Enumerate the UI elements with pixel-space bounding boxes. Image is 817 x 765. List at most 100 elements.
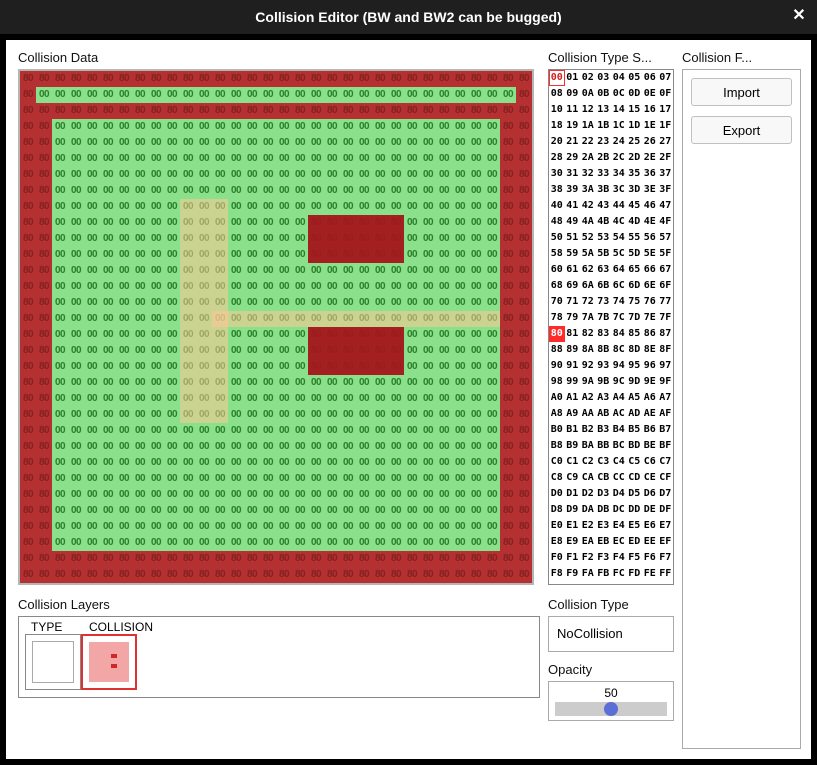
grid-cell[interactable]: 00 — [276, 183, 292, 199]
type-cell-32[interactable]: 32 — [580, 166, 596, 182]
grid-cell[interactable]: 80 — [484, 567, 500, 583]
grid-cell[interactable]: 00 — [52, 375, 68, 391]
grid-cell[interactable]: 00 — [68, 135, 84, 151]
grid-cell[interactable]: 00 — [452, 487, 468, 503]
grid-cell[interactable]: 00 — [260, 503, 276, 519]
grid-cell[interactable]: 80 — [516, 71, 532, 87]
grid-cell[interactable]: 00 — [372, 439, 388, 455]
grid-cell[interactable]: 00 — [100, 263, 116, 279]
grid-cell[interactable]: 00 — [244, 151, 260, 167]
type-cell-60[interactable]: 60 — [549, 262, 565, 278]
grid-cell[interactable]: 00 — [228, 311, 244, 327]
grid-cell[interactable]: 00 — [132, 119, 148, 135]
grid-cell[interactable]: 00 — [100, 343, 116, 359]
type-cell-C7[interactable]: C7 — [658, 454, 674, 470]
grid-cell[interactable]: 80 — [244, 103, 260, 119]
grid-cell[interactable]: 00 — [116, 151, 132, 167]
grid-cell[interactable]: 00 — [84, 407, 100, 423]
type-cell-07[interactable]: 07 — [658, 70, 674, 86]
grid-cell[interactable]: 80 — [516, 343, 532, 359]
grid-cell[interactable]: 00 — [356, 423, 372, 439]
type-cell-19[interactable]: 19 — [565, 118, 581, 134]
type-cell-5F[interactable]: 5F — [658, 246, 674, 262]
grid-cell[interactable]: 00 — [148, 87, 164, 103]
grid-cell[interactable]: 00 — [68, 535, 84, 551]
grid-cell[interactable]: 00 — [212, 311, 228, 327]
grid-cell[interactable]: 00 — [228, 279, 244, 295]
grid-cell[interactable]: 00 — [420, 263, 436, 279]
grid-cell[interactable]: 00 — [84, 487, 100, 503]
type-cell-41[interactable]: 41 — [565, 198, 581, 214]
grid-cell[interactable]: 00 — [436, 439, 452, 455]
grid-cell[interactable]: 00 — [276, 359, 292, 375]
grid-cell[interactable]: 80 — [500, 455, 516, 471]
type-cell-C5[interactable]: C5 — [627, 454, 643, 470]
grid-cell[interactable]: 00 — [260, 279, 276, 295]
grid-cell[interactable]: 00 — [164, 423, 180, 439]
grid-cell[interactable]: 80 — [180, 71, 196, 87]
grid-cell[interactable]: 80 — [356, 231, 372, 247]
grid-cell[interactable]: 80 — [20, 375, 36, 391]
grid-cell[interactable]: 80 — [20, 423, 36, 439]
grid-cell[interactable]: 00 — [212, 375, 228, 391]
grid-cell[interactable]: 00 — [148, 279, 164, 295]
grid-cell[interactable]: 00 — [420, 535, 436, 551]
grid-cell[interactable]: 00 — [164, 455, 180, 471]
type-cell-EA[interactable]: EA — [580, 534, 596, 550]
type-cell-09[interactable]: 09 — [565, 86, 581, 102]
grid-cell[interactable]: 00 — [484, 471, 500, 487]
grid-cell[interactable]: 00 — [420, 247, 436, 263]
grid-cell[interactable]: 00 — [68, 519, 84, 535]
grid-cell[interactable]: 00 — [468, 199, 484, 215]
grid-cell[interactable]: 80 — [404, 103, 420, 119]
grid-cell[interactable]: 80 — [20, 471, 36, 487]
grid-cell[interactable]: 00 — [244, 263, 260, 279]
grid-cell[interactable]: 80 — [356, 551, 372, 567]
grid-cell[interactable]: 00 — [68, 327, 84, 343]
grid-cell[interactable]: 80 — [516, 375, 532, 391]
grid-cell[interactable]: 00 — [420, 311, 436, 327]
grid-cell[interactable]: 00 — [244, 167, 260, 183]
grid-cell[interactable]: 00 — [436, 199, 452, 215]
type-cell-AF[interactable]: AF — [658, 406, 674, 422]
grid-cell[interactable]: 00 — [356, 135, 372, 151]
grid-cell[interactable]: 00 — [388, 311, 404, 327]
grid-cell[interactable]: 00 — [436, 359, 452, 375]
grid-cell[interactable]: 80 — [20, 87, 36, 103]
grid-cell[interactable]: 00 — [420, 231, 436, 247]
grid-cell[interactable]: 80 — [516, 119, 532, 135]
type-cell-D7[interactable]: D7 — [658, 486, 674, 502]
grid-cell[interactable]: 00 — [420, 439, 436, 455]
grid-cell[interactable]: 80 — [36, 103, 52, 119]
grid-cell[interactable]: 00 — [148, 391, 164, 407]
grid-cell[interactable]: 00 — [356, 535, 372, 551]
grid-cell[interactable]: 00 — [180, 167, 196, 183]
grid-cell[interactable]: 80 — [52, 103, 68, 119]
grid-cell[interactable]: 00 — [324, 519, 340, 535]
grid-cell[interactable]: 00 — [452, 423, 468, 439]
grid-cell[interactable]: 80 — [20, 263, 36, 279]
grid-cell[interactable]: 00 — [84, 215, 100, 231]
grid-cell[interactable]: 00 — [292, 423, 308, 439]
grid-cell[interactable]: 00 — [84, 87, 100, 103]
layer-tile-type[interactable] — [25, 634, 81, 690]
grid-cell[interactable]: 00 — [292, 327, 308, 343]
grid-cell[interactable]: 00 — [68, 343, 84, 359]
grid-cell[interactable]: 80 — [372, 327, 388, 343]
grid-cell[interactable]: 00 — [228, 503, 244, 519]
grid-cell[interactable]: 00 — [228, 167, 244, 183]
grid-cell[interactable]: 80 — [340, 327, 356, 343]
grid-cell[interactable]: 00 — [436, 311, 452, 327]
grid-cell[interactable]: 00 — [132, 311, 148, 327]
grid-cell[interactable]: 00 — [68, 87, 84, 103]
grid-cell[interactable]: 00 — [100, 311, 116, 327]
grid-cell[interactable]: 80 — [324, 359, 340, 375]
grid-cell[interactable]: 00 — [212, 439, 228, 455]
grid-cell[interactable]: 00 — [276, 167, 292, 183]
grid-cell[interactable]: 00 — [276, 503, 292, 519]
grid-cell[interactable]: 80 — [20, 279, 36, 295]
type-cell-96[interactable]: 96 — [642, 358, 658, 374]
type-cell-D1[interactable]: D1 — [565, 486, 581, 502]
grid-cell[interactable]: 80 — [516, 215, 532, 231]
grid-cell[interactable]: 00 — [468, 535, 484, 551]
